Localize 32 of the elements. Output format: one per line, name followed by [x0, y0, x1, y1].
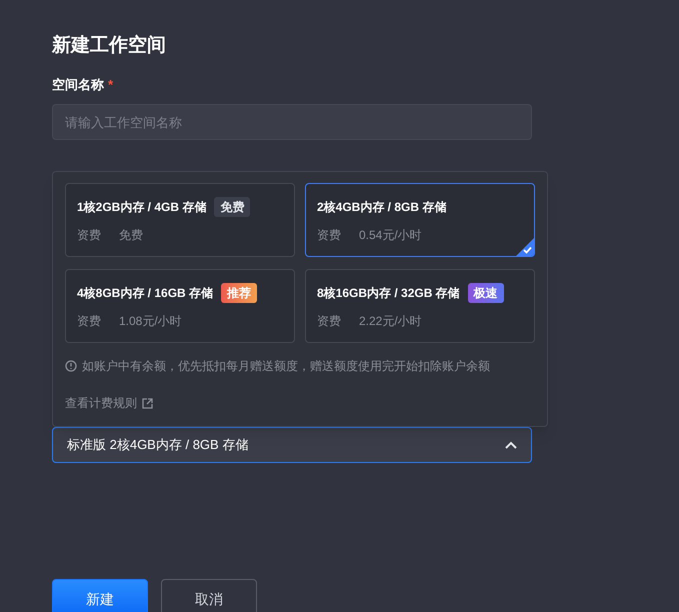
fee-value: 2.22元/小时: [359, 313, 422, 330]
info-icon: [65, 360, 77, 372]
tag: 极速: [468, 283, 504, 303]
spec-title: 4核8GB内存 / 16GB 存储: [77, 285, 214, 302]
spec-option-card[interactable]: 2核4GB内存 / 8GB 存储 资费 0.54元/小时: [305, 183, 535, 257]
fee-label: 资费: [317, 227, 341, 244]
spec-option-card[interactable]: 1核2GB内存 / 4GB 存储 免费 资费 免费: [65, 183, 295, 257]
fee-label: 资费: [77, 313, 101, 330]
check-corner-icon: [516, 238, 534, 256]
spec-select[interactable]: 标准版 2核4GB内存 / 8GB 存储: [52, 427, 532, 463]
create-button[interactable]: 新建: [52, 579, 148, 612]
page-title: 新建工作空间: [52, 34, 166, 58]
fee-value: 免费: [119, 227, 143, 244]
notice-text: 如账户中有余额，优先抵扣每月赠送额度，赠送额度使用完开始扣除账户余额: [82, 358, 490, 375]
fee-value: 1.08元/小时: [119, 313, 182, 330]
name-input-field[interactable]: 请输入工作空间名称: [52, 104, 532, 140]
required-mark: *: [108, 76, 114, 94]
external-link-icon: [142, 398, 153, 408]
tag: 推荐: [221, 283, 258, 303]
billing-rules-link[interactable]: 查看计费规则: [65, 394, 153, 412]
spec-option-card[interactable]: 4核8GB内存 / 16GB 存储 推荐 资费 1.08元/小时: [65, 269, 295, 343]
fee-value: 0.54元/小时: [359, 227, 422, 244]
spec-title: 1核2GB内存 / 4GB 存储: [77, 199, 206, 216]
spec-title: 2核4GB内存 / 8GB 存储: [317, 199, 446, 216]
tag: 免费: [214, 197, 250, 217]
cancel-button[interactable]: 取消: [161, 579, 257, 612]
chevron-up-icon: [505, 441, 517, 449]
spec-title: 8核16GB内存 / 32GB 存储: [317, 285, 460, 302]
fee-label: 资费: [77, 227, 101, 244]
fee-label: 资费: [317, 313, 341, 330]
field-label: 空间名称: [52, 76, 104, 94]
spec-option-card[interactable]: 8核16GB内存 / 32GB 存储 极速 资费 2.22元/小时: [305, 269, 535, 343]
